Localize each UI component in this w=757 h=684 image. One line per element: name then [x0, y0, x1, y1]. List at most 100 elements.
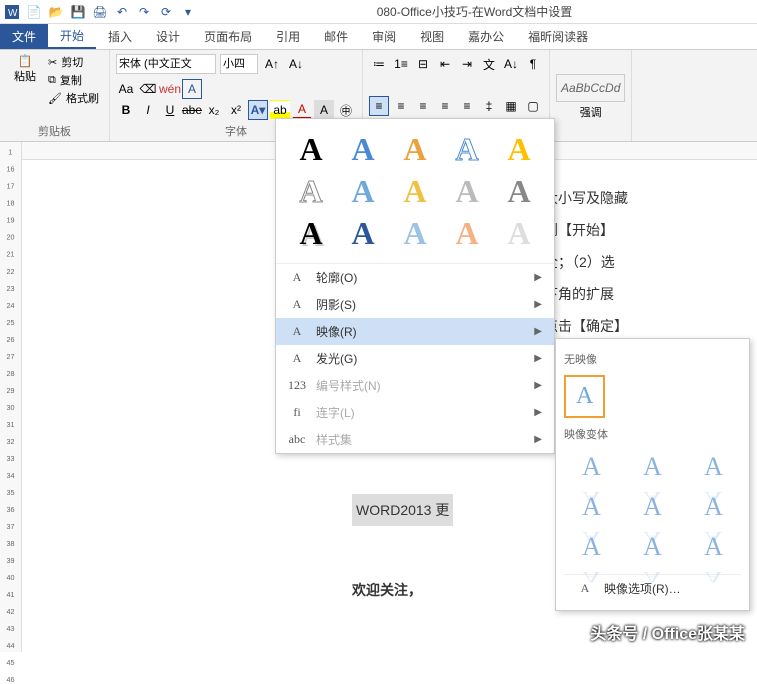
- chevron-right-icon: ▶: [534, 434, 542, 445]
- reflection-variant[interactable]: A: [688, 492, 739, 522]
- copy-button[interactable]: ⧉复制: [48, 72, 99, 88]
- effect-preset[interactable]: A: [290, 217, 332, 249]
- menu-shadow[interactable]: A阴影(S)▶: [276, 291, 554, 318]
- underline-button[interactable]: U: [160, 100, 180, 120]
- new-doc-icon[interactable]: 📄: [26, 4, 42, 20]
- justify-button[interactable]: ≡: [435, 96, 455, 116]
- text-direction-button[interactable]: 文: [479, 54, 499, 74]
- chevron-right-icon: ▶: [534, 299, 542, 310]
- highlight-button[interactable]: ab: [270, 100, 290, 120]
- tab-mail[interactable]: 邮件: [312, 24, 360, 49]
- paste-button[interactable]: 📋 粘贴: [6, 54, 44, 106]
- effect-preset[interactable]: A: [498, 175, 540, 207]
- show-marks-button[interactable]: ¶: [523, 54, 543, 74]
- decrease-indent-button[interactable]: ⇤: [435, 54, 455, 74]
- increase-indent-button[interactable]: ⇥: [457, 54, 477, 74]
- shading-button[interactable]: ▦: [501, 96, 521, 116]
- font-color-button[interactable]: A: [292, 100, 312, 120]
- refresh-icon[interactable]: ⟳: [158, 4, 174, 20]
- effect-preset[interactable]: A: [446, 217, 488, 249]
- line-spacing-button[interactable]: ‡: [479, 96, 499, 116]
- italic-button[interactable]: I: [138, 100, 158, 120]
- cut-button[interactable]: ✂剪切: [48, 54, 99, 70]
- style-preview[interactable]: AaBbCcDd: [556, 74, 625, 102]
- align-left-button[interactable]: ≡: [369, 96, 389, 116]
- phonetic-button[interactable]: wén: [160, 79, 180, 99]
- menu-outline[interactable]: A轮廓(O)▶: [276, 264, 554, 291]
- effect-preset[interactable]: A: [394, 133, 436, 165]
- redo-icon[interactable]: ↷: [136, 4, 152, 20]
- font-size-dropdown[interactable]: 小四: [220, 54, 258, 74]
- number-style-icon: 123: [288, 378, 306, 393]
- doc-word2013: WORD2013 更: [352, 494, 453, 526]
- multilevel-button[interactable]: ⊟: [413, 54, 433, 74]
- chevron-right-icon: ▶: [534, 326, 542, 337]
- reflection-none-option[interactable]: A: [564, 375, 605, 418]
- tab-references[interactable]: 引用: [264, 24, 312, 49]
- tab-home[interactable]: 开始: [48, 24, 96, 49]
- format-painter-button[interactable]: 🖌格式刷: [48, 90, 99, 106]
- tab-file[interactable]: 文件: [0, 24, 48, 49]
- align-right-button[interactable]: ≡: [413, 96, 433, 116]
- borders-button[interactable]: ▢: [523, 96, 543, 116]
- tab-view[interactable]: 视图: [408, 24, 456, 49]
- bold-button[interactable]: B: [116, 100, 136, 120]
- reflection-variant[interactable]: A: [566, 452, 617, 482]
- effect-preset[interactable]: A: [446, 175, 488, 207]
- text-effects-button[interactable]: A▾: [248, 100, 268, 120]
- shrink-font-button[interactable]: A↓: [286, 54, 306, 74]
- menu-style-set: abc样式集▶: [276, 426, 554, 453]
- subscript-button[interactable]: x₂: [204, 100, 224, 120]
- char-shading-button[interactable]: A: [314, 100, 334, 120]
- font-name-dropdown[interactable]: 宋体 (中文正文: [116, 54, 216, 74]
- reflection-variant[interactable]: A: [627, 532, 678, 562]
- menu-reflection[interactable]: A映像(R)▶: [276, 318, 554, 345]
- tab-design[interactable]: 设计: [144, 24, 192, 49]
- effect-preset[interactable]: A: [342, 217, 384, 249]
- reflection-variant[interactable]: A: [566, 492, 617, 522]
- distribute-button[interactable]: ≡: [457, 96, 477, 116]
- tab-jia[interactable]: 嘉办公: [456, 24, 516, 49]
- menu-glow[interactable]: A发光(G)▶: [276, 345, 554, 372]
- effect-preset[interactable]: A: [446, 133, 488, 165]
- reflection-variant[interactable]: A: [627, 452, 678, 482]
- group-clipboard: 📋 粘贴 ✂剪切 ⧉复制 🖌格式刷 剪贴板: [0, 50, 110, 141]
- superscript-button[interactable]: x²: [226, 100, 246, 120]
- effect-preset[interactable]: A: [290, 133, 332, 165]
- group-styles: AaBbCcDd 强调: [550, 50, 632, 141]
- grow-font-button[interactable]: A↑: [262, 54, 282, 74]
- numbering-button[interactable]: 1≡: [391, 54, 411, 74]
- strikethrough-button[interactable]: abe: [182, 100, 202, 120]
- effect-preset[interactable]: A: [498, 217, 540, 249]
- sort-button[interactable]: A↓: [501, 54, 521, 74]
- save-icon[interactable]: 💾: [70, 4, 86, 20]
- effect-preset[interactable]: A: [394, 217, 436, 249]
- reflection-variant[interactable]: A: [688, 532, 739, 562]
- clear-format-button[interactable]: ⌫: [138, 79, 158, 99]
- tab-review[interactable]: 审阅: [360, 24, 408, 49]
- menu-number-style: 123编号样式(N)▶: [276, 372, 554, 399]
- bullets-button[interactable]: ≔: [369, 54, 389, 74]
- enclose-char-button[interactable]: ㊥: [336, 100, 356, 120]
- effect-preset[interactable]: A: [342, 175, 384, 207]
- char-border-button[interactable]: A: [182, 79, 202, 99]
- reflection-variant[interactable]: A: [688, 452, 739, 482]
- tab-foxit[interactable]: 福昕阅读器: [516, 24, 600, 49]
- effect-preset[interactable]: A: [290, 175, 332, 207]
- tab-insert[interactable]: 插入: [96, 24, 144, 49]
- effect-preset[interactable]: A: [394, 175, 436, 207]
- reflection-variant[interactable]: A: [566, 532, 617, 562]
- clipboard-icon: 📋: [18, 54, 33, 68]
- undo-icon[interactable]: ↶: [114, 4, 130, 20]
- change-case-button[interactable]: Aa: [116, 79, 136, 99]
- tab-layout[interactable]: 页面布局: [192, 24, 264, 49]
- shadow-icon: A: [288, 297, 306, 312]
- effect-preset[interactable]: A: [498, 133, 540, 165]
- reflection-variant[interactable]: A: [627, 492, 678, 522]
- qat-dropdown-icon[interactable]: ▾: [180, 4, 196, 20]
- effect-preset[interactable]: A: [342, 133, 384, 165]
- open-icon[interactable]: 📂: [48, 4, 64, 20]
- scissors-icon: ✂: [48, 56, 57, 69]
- print-icon[interactable]: 🖨: [92, 4, 108, 20]
- align-center-button[interactable]: ≡: [391, 96, 411, 116]
